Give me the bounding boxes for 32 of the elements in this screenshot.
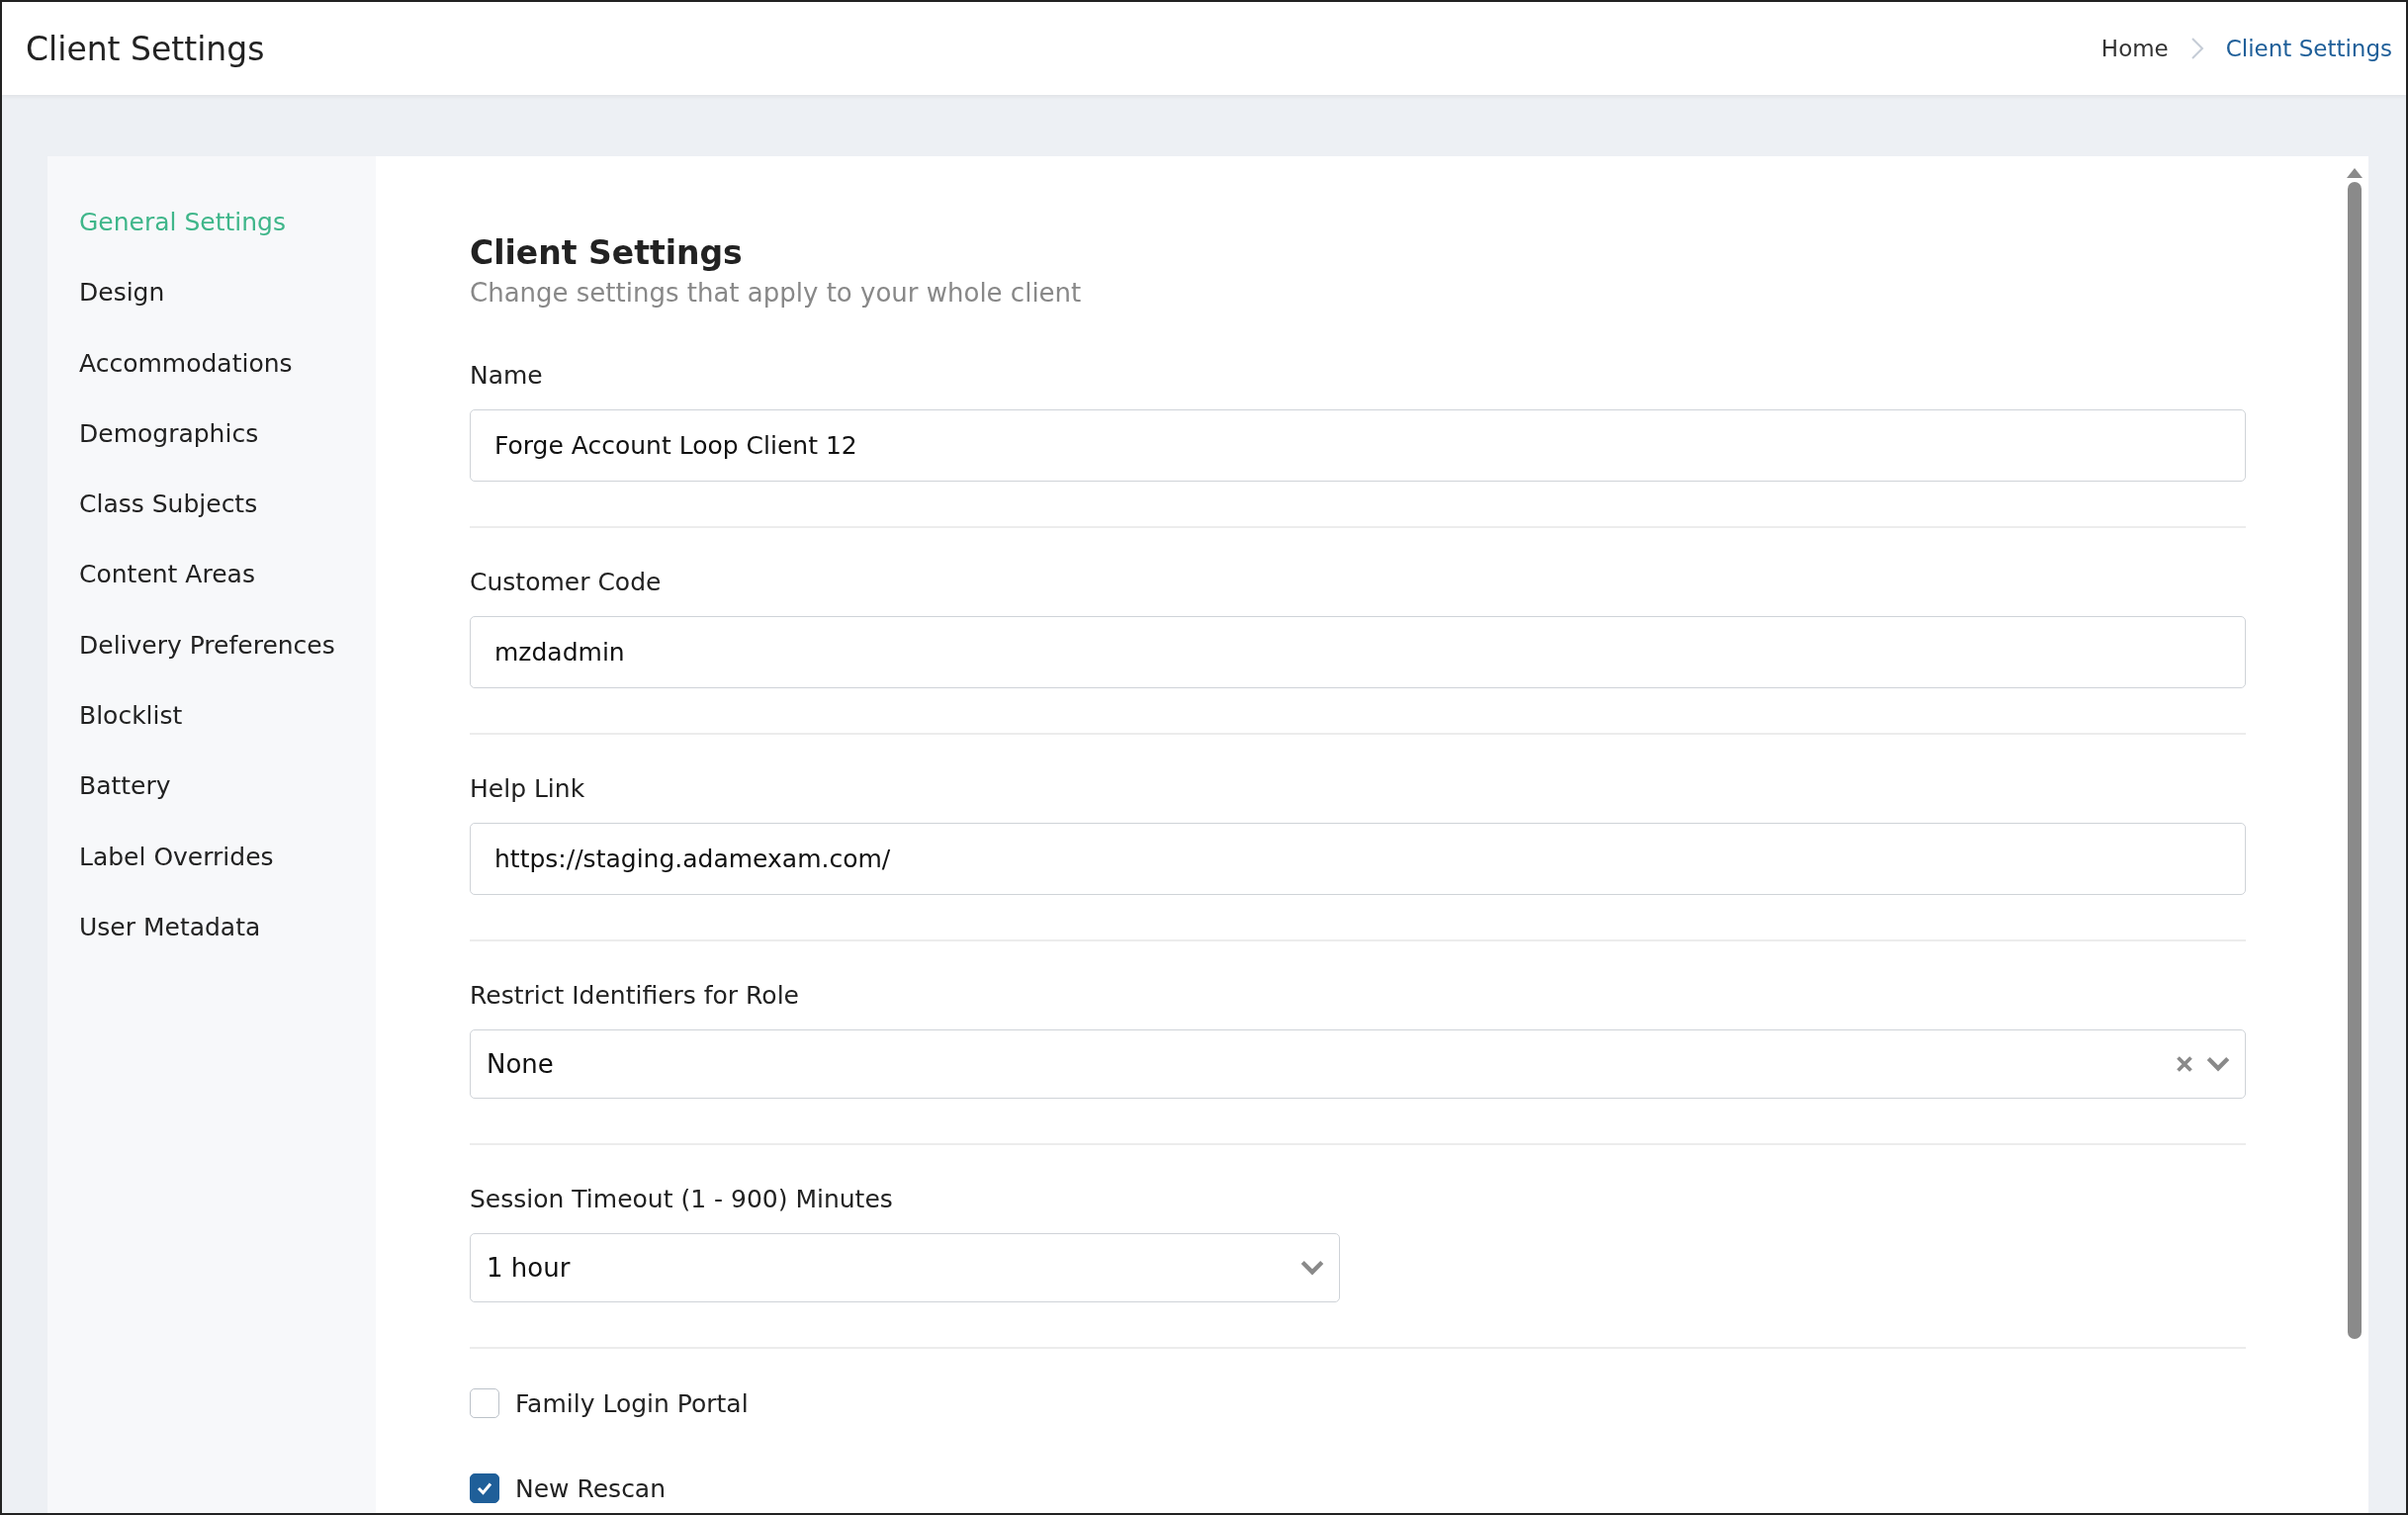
- checkbox[interactable]: [470, 1473, 499, 1503]
- field-label: Name: [470, 361, 544, 390]
- select-field[interactable]: None: [470, 1029, 2246, 1099]
- section-subtitle: Change settings that apply to your whole client: [470, 278, 1083, 308]
- chevron-right-icon: [2189, 37, 2204, 60]
- checkbox[interactable]: [470, 1388, 499, 1418]
- page-title: Client Settings: [26, 29, 265, 68]
- sidebar-item[interactable]: Label Overrides: [79, 840, 274, 874]
- text-input[interactable]: Forge Account Loop Client 12: [470, 409, 2246, 482]
- field-label: Customer Code: [470, 568, 663, 596]
- sidebar-item[interactable]: Accommodations: [79, 346, 293, 381]
- sidebar-item[interactable]: Class Subjects: [79, 488, 258, 522]
- checkbox-label: New Rescan: [515, 1473, 667, 1503]
- breadcrumb-link[interactable]: Client Settings: [2225, 36, 2392, 61]
- checkbox-label: Family Login Portal: [515, 1388, 749, 1418]
- sidebar-item[interactable]: Design: [79, 276, 165, 311]
- field-label: Help Link: [470, 774, 586, 803]
- text-input[interactable]: mzdadmin: [470, 616, 2246, 688]
- scroll-up-icon[interactable]: [2347, 168, 2363, 178]
- breadcrumb-link[interactable]: Home: [2100, 36, 2169, 61]
- select-field[interactable]: 1 hour: [470, 1233, 1340, 1302]
- field-label: Restrict Identifiers for Role: [470, 981, 800, 1010]
- text-input[interactable]: https://staging.adamexam.com/: [470, 823, 2246, 895]
- field-label: Session Timeout (1 - 900) Minutes: [470, 1185, 894, 1213]
- sidebar-item[interactable]: Demographics: [79, 416, 259, 451]
- sidebar-item[interactable]: Blocklist: [79, 699, 183, 734]
- section-title: Client Settings: [470, 233, 744, 272]
- sidebar-item[interactable]: Content Areas: [79, 558, 255, 592]
- sidebar-item[interactable]: Battery: [79, 769, 171, 804]
- sidebar-item[interactable]: Delivery Preferences: [79, 628, 335, 663]
- scrollbar-thumb[interactable]: [2348, 182, 2362, 1339]
- sidebar-item[interactable]: User Metadata: [79, 910, 261, 944]
